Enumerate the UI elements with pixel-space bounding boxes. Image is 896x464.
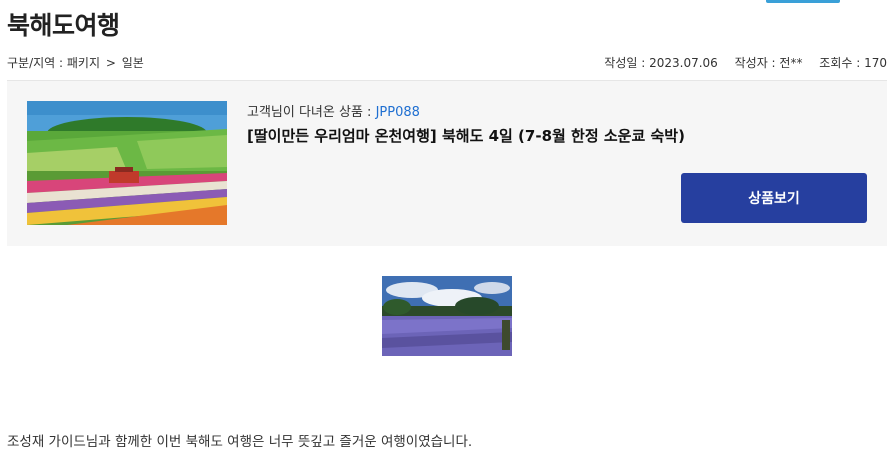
breadcrumb: 구분/지역 : 패키지 > 일본	[7, 54, 144, 71]
breadcrumb-region: 일본	[121, 56, 144, 70]
product-code-line: 고객님이 다녀온 상품 : JPP088	[247, 101, 420, 120]
post-meta: 작성일 : 2023.07.06 작성자 : 전** 조회수 : 170	[591, 54, 887, 71]
post-author: 작성자 : 전**	[734, 56, 803, 70]
product-card: 고객님이 다녀온 상품 : JPP088 [딸이만든 우리엄마 온천여행] 북해…	[7, 80, 887, 246]
chevron-right-icon: >	[105, 56, 116, 70]
product-code[interactable]: JPP088	[376, 105, 420, 120]
lavender-field-photo	[382, 276, 512, 356]
page-title: 북해도여행	[7, 11, 120, 40]
post-body-paragraph: 조성재 가이드님과 함께한 이번 북해도 여행은 너무 뜻깊고 즐거운 여행이였…	[7, 434, 473, 450]
product-thumbnail[interactable]	[27, 101, 227, 225]
product-name[interactable]: [딸이만든 우리엄마 온천여행] 북해도 4일 (7-8월 한정 소운쿄 숙박)	[247, 125, 685, 146]
post-views: 조회수 : 170	[819, 56, 887, 70]
top-accent-bar	[766, 0, 840, 3]
meta-row: 구분/지역 : 패키지 > 일본 작성일 : 2023.07.06 작성자 : …	[7, 54, 887, 72]
product-code-label: 고객님이 다녀온 상품 :	[247, 105, 376, 120]
post-date: 작성일 : 2023.07.06	[604, 56, 718, 70]
breadcrumb-category: 구분/지역 : 패키지	[7, 56, 100, 70]
view-product-button[interactable]: 상품보기	[681, 173, 867, 223]
